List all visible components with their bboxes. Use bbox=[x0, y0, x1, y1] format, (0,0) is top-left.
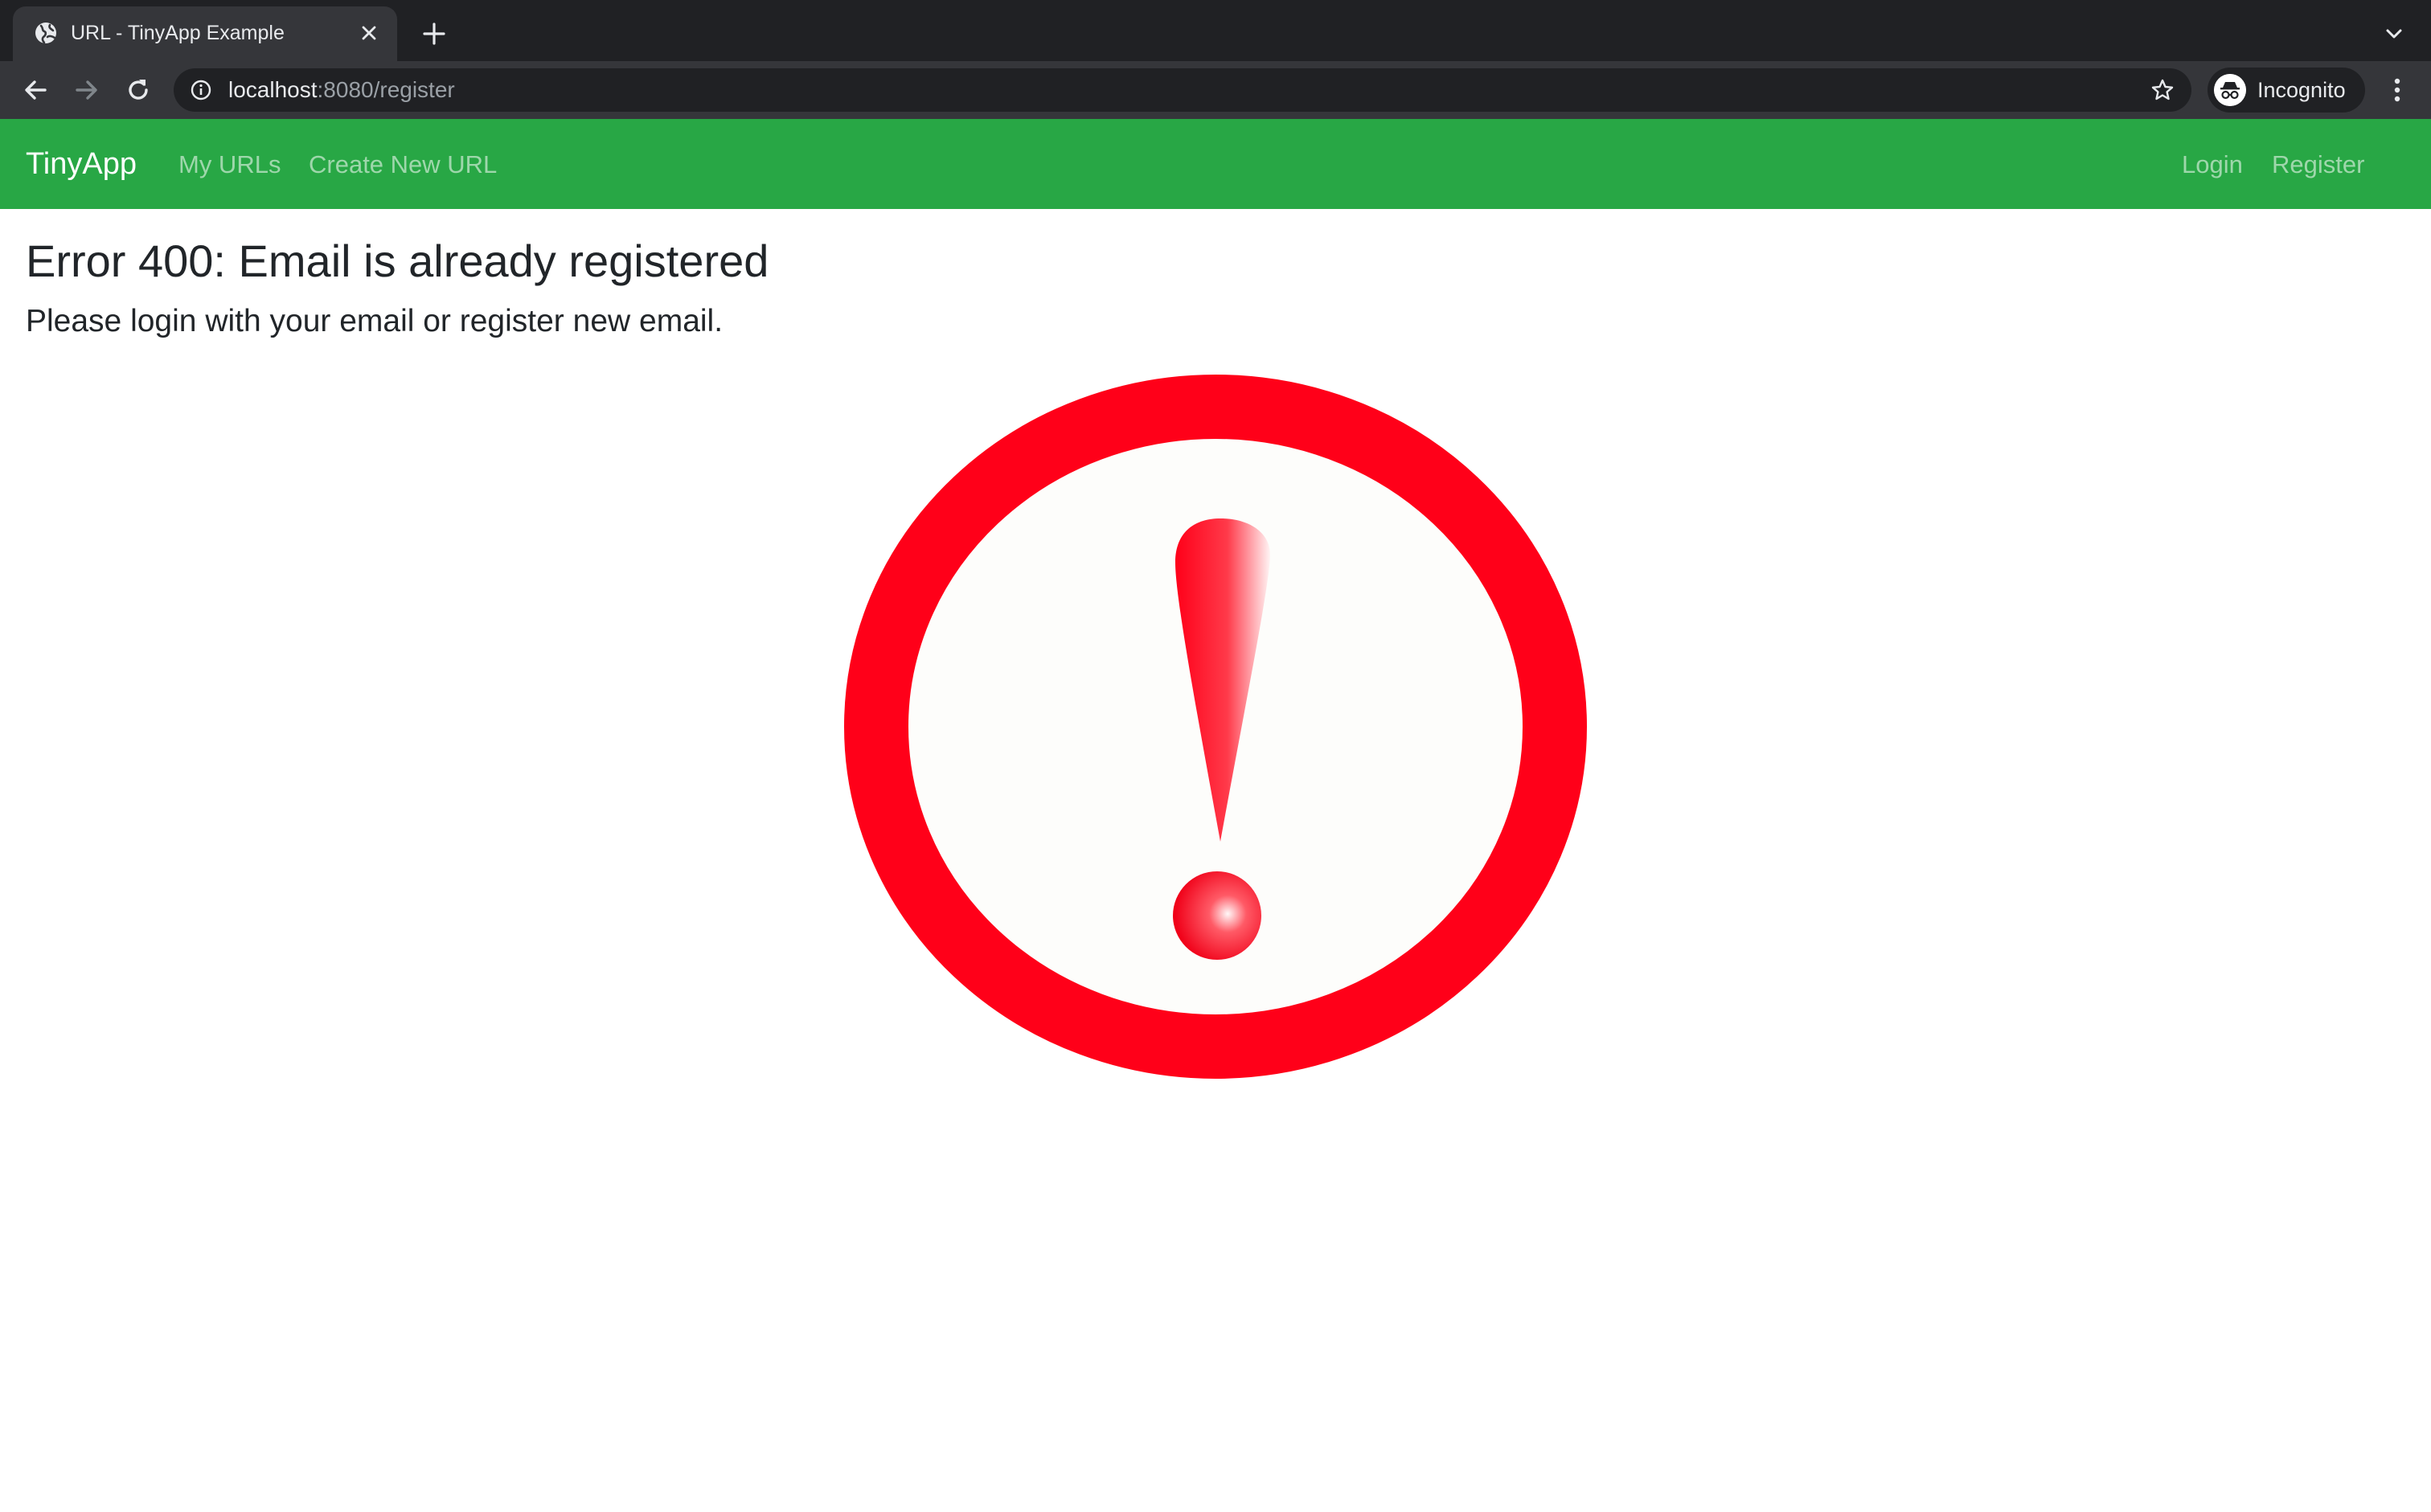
url-path: :8080/register bbox=[317, 77, 455, 102]
incognito-label: Incognito bbox=[2257, 78, 2346, 102]
url-host: localhost bbox=[228, 77, 318, 102]
brand-link[interactable]: TinyApp bbox=[26, 146, 137, 182]
incognito-icon bbox=[2214, 74, 2246, 106]
reload-icon[interactable] bbox=[121, 72, 156, 108]
info-icon[interactable] bbox=[190, 79, 212, 101]
error-subtitle: Please login with your email or register… bbox=[26, 304, 724, 338]
globe-icon bbox=[35, 23, 56, 44]
chevron-down-icon[interactable] bbox=[2378, 19, 2410, 48]
incognito-profile-button[interactable]: Incognito bbox=[2208, 68, 2365, 113]
site-navbar: TinyApp My URLs Create New URL Login Reg… bbox=[0, 119, 2431, 209]
nav-link-register[interactable]: Register bbox=[2272, 150, 2364, 180]
new-tab-plus-icon[interactable] bbox=[418, 18, 450, 50]
exclamation-warning-icon bbox=[844, 375, 1587, 1079]
tab-title: URL - TinyApp Example bbox=[71, 22, 285, 44]
star-icon[interactable] bbox=[2150, 77, 2175, 103]
tab-strip: URL - TinyApp Example bbox=[0, 0, 2431, 61]
browser-toolbar: localhost:8080/register Incognito bbox=[0, 61, 2431, 119]
nav-link-my-urls[interactable]: My URLs bbox=[178, 150, 281, 180]
browser-window: URL - TinyApp Example localhost:8080/reg… bbox=[0, 0, 2431, 1512]
more-menu-icon[interactable] bbox=[2380, 72, 2415, 108]
back-arrow-icon[interactable] bbox=[18, 72, 53, 108]
nav-link-login[interactable]: Login bbox=[2182, 150, 2243, 180]
url-text[interactable]: localhost:8080/register bbox=[228, 76, 455, 104]
error-title: Error 400: Email is already registered bbox=[26, 236, 769, 286]
address-bar[interactable]: localhost:8080/register bbox=[174, 68, 2191, 112]
forward-arrow-icon[interactable] bbox=[69, 72, 105, 108]
close-icon[interactable] bbox=[357, 21, 381, 45]
nav-link-create-new-url[interactable]: Create New URL bbox=[309, 150, 497, 180]
tab-tinyapp[interactable]: URL - TinyApp Example bbox=[13, 6, 397, 61]
